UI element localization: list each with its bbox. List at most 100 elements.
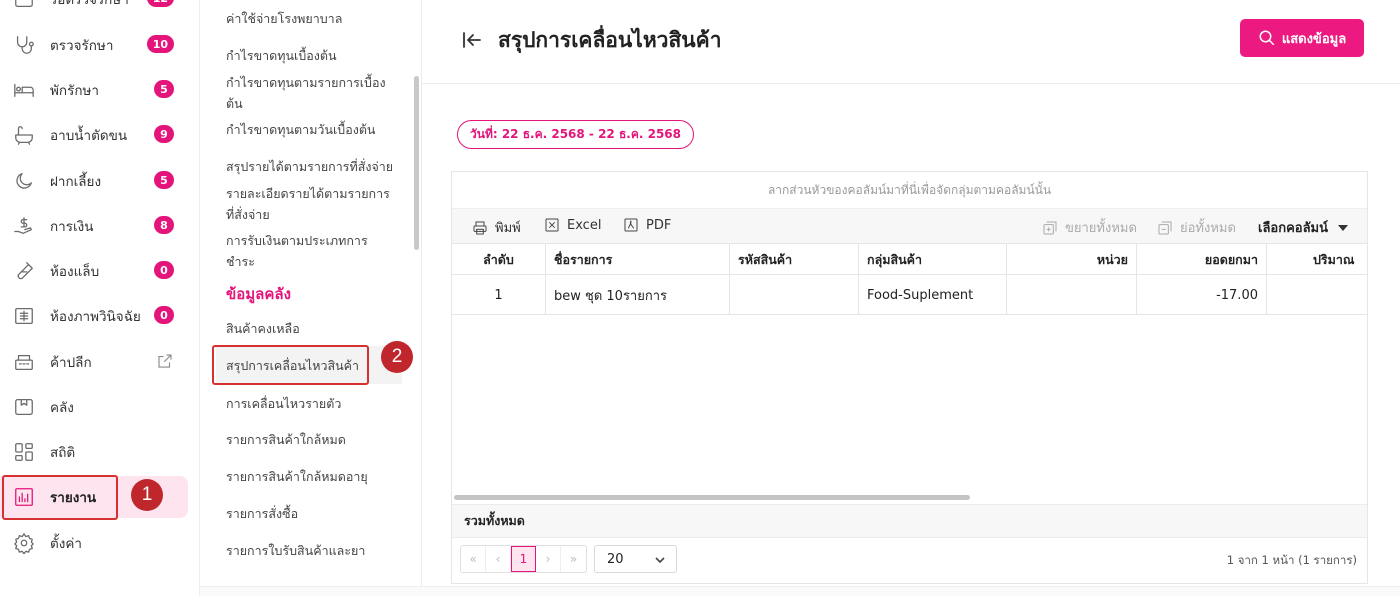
last-page-button[interactable]: » — [561, 546, 586, 572]
prev-page-button[interactable]: ‹ — [486, 546, 511, 572]
column-header-unit[interactable]: หน่วย — [1007, 244, 1137, 275]
page-number-button[interactable]: 1 — [511, 546, 536, 572]
cell-name: bew ชุด 10รายการ — [546, 275, 730, 315]
sidebar-item-label: ตรวจรักษา — [50, 38, 114, 54]
annotation-box-stock-movement — [212, 345, 369, 385]
count-badge: 10 — [146, 35, 174, 53]
gear-icon — [12, 531, 36, 555]
date-range-badge[interactable]: วันที่: 22 ธ.ค. 2568 - 22 ธ.ค. 2568 — [457, 120, 695, 149]
cell-unit — [1007, 275, 1137, 315]
cell-no: 1 — [452, 275, 546, 315]
cell-quantity — [1267, 275, 1367, 315]
submenu-scrollbar[interactable] — [414, 76, 419, 250]
money-hand-icon — [12, 214, 36, 238]
submenu-link-profit-loss-by-item[interactable]: กำไรขาดทุนตามรายการเบื้องต้น — [226, 72, 396, 114]
sidebar-item-grooming[interactable]: อาบน้ำตัดขน 9 — [0, 114, 188, 156]
submenu-link-income-summary[interactable]: สรุปรายได้ตามรายการที่สั่งจ่าย — [226, 156, 396, 177]
print-label: พิมพ์ — [495, 221, 521, 236]
count-badge: 5 — [154, 80, 174, 98]
show-data-button[interactable]: แสดงข้อมูล — [1240, 19, 1364, 57]
sidebar-item-label: พักรักษา — [50, 83, 99, 99]
submenu-link-goods-receipts[interactable]: รายการใบรับสินค้าและยา — [226, 540, 396, 561]
column-header-no[interactable]: ลำดับ — [452, 244, 546, 275]
submenu-link-profit-loss-by-day[interactable]: กำไรขาดทุนตามวันเบื้องต้น — [226, 119, 396, 140]
first-page-button[interactable]: « — [461, 546, 486, 572]
sidebar-item-imaging[interactable]: ห้องภาพวินิจฉัย 0 — [0, 295, 188, 337]
column-header-code[interactable]: รหัสสินค้า — [730, 244, 859, 275]
expand-all-label: ขยายทั้งหมด — [1065, 221, 1137, 236]
back-arrow-icon[interactable] — [460, 28, 484, 52]
sidebar-item-boarding[interactable]: ฝากเลี้ยง 5 — [0, 160, 188, 202]
expand-all-button[interactable]: ขยายทั้งหมด — [1042, 217, 1137, 238]
submenu-link-purchase-orders[interactable]: รายการสั่งซื้อ — [226, 503, 396, 524]
sidebar-item-examination[interactable]: ตรวจรักษา 10 — [0, 24, 188, 66]
sidebar-item-finance[interactable]: การเงิน 8 — [0, 205, 188, 247]
submenu-link-basic-profit-loss[interactable]: กำไรขาดทุนเบื้องต้น — [226, 45, 396, 66]
annotation-box-reports — [2, 475, 118, 520]
count-badge: 0 — [154, 306, 174, 324]
sidebar-item-waiting[interactable]: รอตรวจรักษา 12 — [0, 0, 188, 20]
expand-icon — [1043, 221, 1057, 234]
main-content: สรุปการเคลื่อนไหวสินค้า แสดงข้อมูล วันที… — [422, 0, 1400, 596]
external-link-icon[interactable] — [156, 352, 174, 370]
footer-bar — [200, 586, 1400, 596]
column-header-quantity[interactable]: ปริมาณ — [1267, 244, 1367, 275]
collapse-all-button[interactable]: ย่อทั้งหมด — [1157, 217, 1236, 238]
stock-section-title: ข้อมูลคลัง — [226, 285, 291, 303]
caret-down-icon — [1338, 224, 1349, 231]
sidebar-item-inpatient[interactable]: พักรักษา 5 — [0, 69, 188, 111]
table-row[interactable]: 1 bew ชุด 10รายการ Food-Suplement -17.00 — [452, 275, 1367, 315]
horizontal-scrollbar[interactable] — [454, 495, 970, 500]
page-header: สรุปการเคลื่อนไหวสินค้า แสดงข้อมูล — [422, 0, 1400, 84]
cash-register-icon — [12, 350, 36, 374]
bathtub-icon — [12, 123, 36, 147]
xray-icon — [12, 304, 36, 328]
printer-icon — [473, 221, 487, 234]
submenu-link-item-movement[interactable]: การเคลื่อนไหวรายตัว — [226, 393, 396, 414]
show-data-label: แสดงข้อมูล — [1281, 31, 1347, 47]
excel-icon — [545, 218, 559, 232]
sidebar-item-label: ค้าปลีก — [50, 355, 92, 371]
submenu-link-near-expiry[interactable]: รายการสินค้าใกล้หมดอายุ — [226, 466, 396, 487]
waiting-icon — [12, 0, 36, 11]
chevron-down-icon — [655, 554, 665, 564]
page-size-select[interactable]: 20 — [594, 545, 677, 573]
sidebar-item-lab[interactable]: ห้องแล็บ 0 — [0, 250, 188, 292]
dashboard-icon — [12, 440, 36, 464]
summary-row: รวมทั้งหมด — [452, 504, 1367, 538]
pdf-export-button[interactable]: PDF — [623, 217, 671, 233]
sidebar-item-settings[interactable]: ตั้งค่า — [0, 522, 188, 564]
submenu-link-hospital-expenses[interactable]: ค่าใช้จ่ายโรงพยาบาล — [226, 8, 396, 29]
test-tube-icon — [12, 259, 36, 283]
submenu-link-income-detail[interactable]: รายละเอียดรายได้ตามรายการที่สั่งจ่าย — [226, 183, 396, 225]
submenu-link-payment-type[interactable]: การรับเงินตามประเภทการชำระ — [226, 230, 396, 272]
column-header-name[interactable]: ชื่อรายการ — [546, 244, 730, 275]
sidebar-item-label: ตั้งค่า — [50, 536, 82, 552]
sidebar-item-label: การเงิน — [50, 219, 94, 235]
excel-export-button[interactable]: Excel — [544, 217, 601, 233]
sidebar-item-retail[interactable]: ค้าปลีก — [0, 341, 188, 383]
count-badge: 8 — [154, 216, 174, 234]
sidebar-item-label: สถิติ — [50, 445, 76, 461]
next-page-button[interactable]: › — [536, 546, 561, 572]
count-badge: 0 — [154, 261, 174, 279]
box-icon — [12, 395, 36, 419]
choose-columns-dropdown[interactable]: เลือกคอลัมน์ — [1258, 217, 1349, 238]
sidebar-item-statistics[interactable]: สถิติ — [0, 431, 188, 473]
submenu-link-low-stock[interactable]: รายการสินค้าใกล้หมด — [226, 429, 396, 450]
sidebar-item-stock[interactable]: คลัง — [0, 386, 188, 428]
column-header-carried-forward[interactable]: ยอดยกมา — [1137, 244, 1267, 275]
print-button[interactable]: พิมพ์ — [472, 217, 521, 238]
column-header-group[interactable]: กลุ่มสินค้า — [859, 244, 1007, 275]
submenu-link-stock-remaining[interactable]: สินค้าคงเหลือ — [226, 318, 396, 339]
report-submenu: ค่าใช้จ่ายโรงพยาบาล กำไรขาดทุนเบื้องต้น … — [200, 0, 422, 596]
pagination-info: 1 จาก 1 หน้า (1 รายการ) — [1226, 553, 1357, 567]
count-badge: 9 — [154, 125, 174, 143]
grid-toolbar: พิมพ์ Excel PDF ขยายทั้งหมด ย่อทั้งหมด เ… — [452, 209, 1367, 244]
collapse-icon — [1158, 221, 1172, 234]
bed-icon — [12, 78, 36, 102]
cell-carried-forward: -17.00 — [1137, 275, 1267, 315]
sidebar-item-label: ห้องแล็บ — [50, 264, 100, 280]
group-panel[interactable]: ลากส่วนหัวของคอลัมน์มาที่นี่เพื่อจัดกลุ่… — [452, 172, 1367, 209]
count-badge: 12 — [146, 0, 174, 7]
